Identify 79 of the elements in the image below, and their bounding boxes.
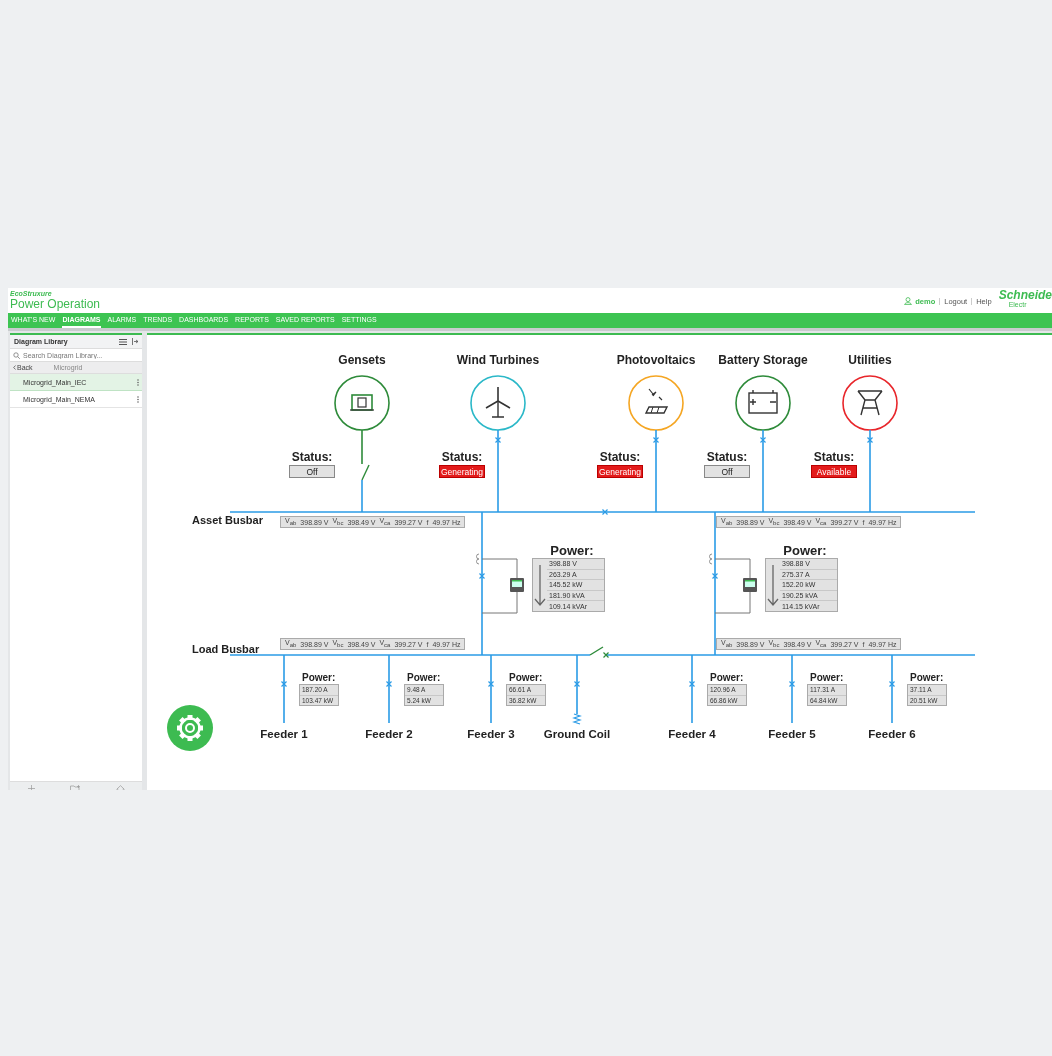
feeder-label: Feeder 1: [260, 728, 308, 740]
current-transformer-icon: [476, 553, 480, 565]
feeder-line: [791, 654, 793, 724]
status-label: Status:: [291, 450, 333, 464]
genset-icon: [349, 394, 375, 411]
status-indicator: Generating: [439, 465, 485, 478]
breaker-icon: [385, 680, 393, 688]
product-name: Power Operation: [10, 298, 101, 311]
source-title: Battery Storage: [718, 353, 808, 367]
utility-icon: [857, 390, 883, 416]
separator-icon: [938, 297, 942, 305]
ground-coil-icon: [572, 713, 582, 725]
feeder-label: Feeder 4: [668, 728, 716, 740]
power-title: Power:: [407, 672, 441, 683]
breaker-icon: [602, 651, 610, 659]
status-indicator: Off: [289, 465, 335, 478]
breaker-icon: [573, 680, 581, 688]
power-title: Power:: [302, 672, 336, 683]
power-title: Power:: [810, 672, 844, 683]
feeder-label: Feeder 5: [768, 728, 816, 740]
breaker-icon: [711, 572, 719, 580]
meter-wiring: [714, 558, 751, 614]
status-label: Status:: [599, 450, 641, 464]
power-title: Power:: [910, 672, 944, 683]
user-icon: [904, 297, 913, 305]
breaker-icon: [601, 508, 609, 516]
busbar-label: Load Busbar: [192, 643, 260, 655]
feeder-line: [283, 654, 285, 724]
collapse-panel-icon[interactable]: [132, 338, 138, 345]
breaker-icon: [487, 680, 495, 688]
brand-logo: Schneide: [998, 289, 1052, 301]
source-ring[interactable]: [842, 375, 898, 431]
power-title: Power:: [509, 672, 543, 683]
feeder-line: [388, 654, 390, 724]
breaker-icon: [788, 680, 796, 688]
breaker-icon: [688, 680, 696, 688]
power-title: Power:: [550, 543, 594, 558]
feeder-line: [891, 654, 893, 724]
current-transformer-icon: [709, 553, 713, 565]
status-label: Status:: [706, 450, 748, 464]
source-title: Utilities: [848, 353, 892, 367]
feeder-label: Ground Coil: [543, 728, 611, 740]
status-indicator: Off: [704, 465, 750, 478]
breaker-icon: [280, 680, 288, 688]
source-ring[interactable]: [628, 375, 684, 431]
feeder-label: Feeder 2: [365, 728, 413, 740]
separator-icon: [970, 297, 974, 305]
power-title: Power:: [783, 543, 827, 558]
battery-icon: [748, 389, 778, 414]
feeder-line: [490, 654, 492, 724]
settings-icon[interactable]: [167, 705, 213, 751]
power-title: Power:: [710, 672, 744, 683]
busbar-label: Asset Busbar: [192, 514, 263, 526]
feeder-label: Feeder 6: [868, 728, 916, 740]
feeder-line: [361, 429, 363, 465]
meter-wiring: [481, 558, 518, 614]
breaker-icon: [888, 680, 896, 688]
status-label: Status:: [813, 450, 855, 464]
power-meter-icon: [743, 578, 757, 592]
source-title: Photovoltaics: [616, 353, 696, 367]
breaker-icon: [478, 572, 486, 580]
power-meter-icon: [510, 578, 524, 592]
status-indicator: Generating: [597, 465, 643, 478]
feeder-line: [361, 479, 363, 513]
solar-icon: [644, 388, 669, 414]
feeder-line: [576, 654, 578, 715]
search-icon: [13, 351, 20, 359]
source-ring[interactable]: [334, 375, 390, 431]
chevron-left-icon: [13, 365, 16, 370]
source-title: Gensets: [338, 353, 386, 367]
list-view-icon[interactable]: [119, 338, 127, 345]
source-ring[interactable]: [470, 375, 526, 431]
feeder-line: [691, 654, 693, 724]
source-ring[interactable]: [735, 375, 791, 431]
wind-icon: [485, 386, 511, 418]
source-title: Wind Turbines: [456, 353, 540, 367]
feeder-label: Feeder 3: [467, 728, 515, 740]
status-indicator: Available: [811, 465, 857, 478]
status-label: Status:: [441, 450, 483, 464]
